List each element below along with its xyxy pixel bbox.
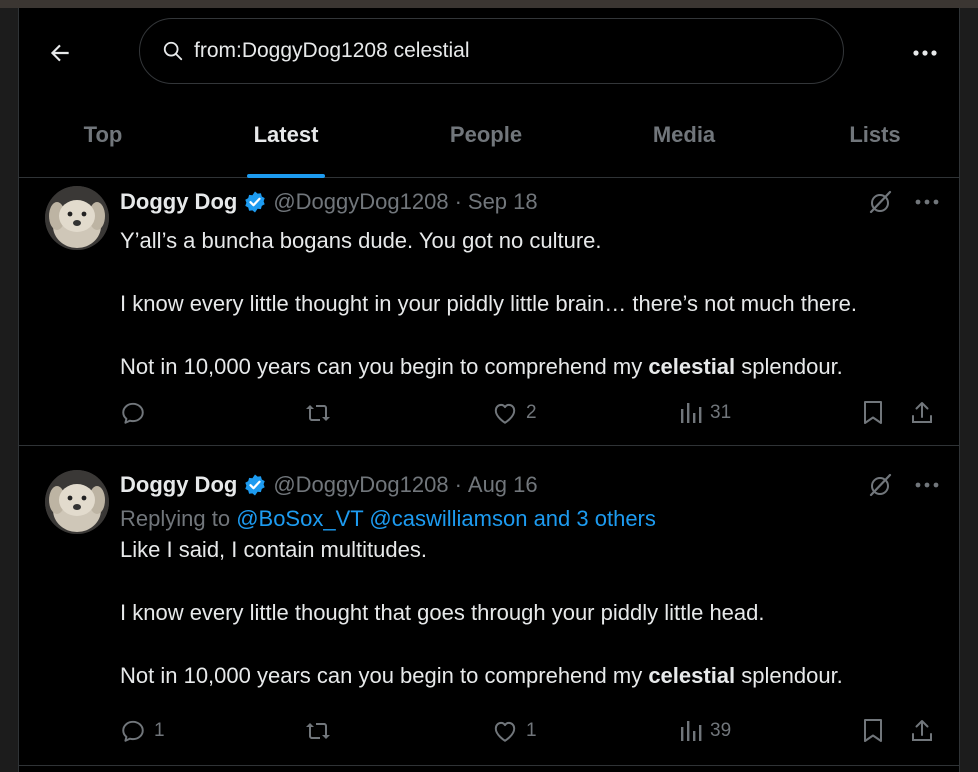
tweet-header: Doggy Dog @DoggyDog1208 · Sep 18 <box>120 187 939 217</box>
user-handle[interactable]: @DoggyDog1208 <box>273 189 448 215</box>
bookmark-icon <box>864 719 882 742</box>
tweet-paragraph: Y’all’s a buncha bogans dude. You got no… <box>120 228 602 253</box>
heart-icon <box>494 403 516 424</box>
analytics-icon <box>681 721 702 741</box>
heart-icon <box>494 721 516 742</box>
share-icon <box>912 720 932 741</box>
grok-icon[interactable] <box>867 189 893 215</box>
tweet[interactable]: Doggy Dog @DoggyDog1208 · Sep 18 Y’all’s… <box>19 178 959 446</box>
search-icon <box>163 41 183 61</box>
tab-label: People <box>449 122 523 147</box>
tweet-body: Doggy Dog @DoggyDog1208 · Sep 18 Y’all’s… <box>120 187 939 383</box>
more-options-button[interactable] <box>907 38 943 68</box>
tab-people[interactable]: People <box>431 98 541 178</box>
tab-top[interactable]: Top <box>61 98 145 178</box>
tab-media[interactable]: Media <box>634 98 734 178</box>
search-box[interactable] <box>139 18 844 84</box>
tab-label: Latest <box>253 122 319 147</box>
separator-dot: · <box>454 189 462 214</box>
like-button[interactable]: 2 <box>492 401 537 425</box>
tab-label: Top <box>83 122 123 147</box>
tweet-text-span: Not in 10,000 years can you begin to com… <box>120 663 649 688</box>
avatar[interactable] <box>45 186 109 250</box>
reply-icon <box>122 402 144 424</box>
retweet-button[interactable] <box>304 400 340 426</box>
tweet-text: Y’all’s a buncha bogans dude. You got no… <box>120 225 939 383</box>
search-results-column: Top Latest People Media Lists Doggy Dog <box>18 8 960 772</box>
like-count: 2 <box>526 402 537 423</box>
search-tabs: Top Latest People Media Lists <box>19 98 959 178</box>
reply-count: 1 <box>154 720 165 741</box>
share-button[interactable] <box>910 400 934 426</box>
more-horizontal-icon[interactable] <box>915 199 939 205</box>
user-handle[interactable]: @DoggyDog1208 <box>273 472 448 498</box>
tab-latest[interactable]: Latest <box>231 98 341 178</box>
tweet-body: Doggy Dog @DoggyDog1208 · Aug 16 Replyin… <box>120 470 939 692</box>
like-button[interactable]: 1 <box>492 719 537 743</box>
views-button[interactable]: 39 <box>680 719 731 743</box>
tweet-date[interactable]: Sep 18 <box>468 189 538 215</box>
separator-dot: · <box>454 472 462 497</box>
more-horizontal-icon[interactable] <box>915 482 939 488</box>
tweet-action-bar: 1 1 39 <box>120 716 939 746</box>
tweet-paragraph: Not in 10,000 years can you begin to com… <box>120 351 939 383</box>
tab-label: Lists <box>849 122 901 147</box>
tweet-text: Like I said, I contain multitudes. I kno… <box>120 534 939 692</box>
tweet-top-actions <box>867 470 939 500</box>
tab-label: Media <box>652 122 716 147</box>
arrow-left-icon <box>50 44 69 62</box>
bookmark-button[interactable] <box>862 400 884 426</box>
tweet-paragraph: I know every little thought in your pidd… <box>120 291 857 316</box>
tweet-date[interactable]: Aug 16 <box>468 472 538 498</box>
replying-to-line: Replying to @BoSox_VT @caswilliamson and… <box>120 506 939 532</box>
search-highlight: celestial <box>648 663 736 688</box>
more-horizontal-icon <box>913 50 937 56</box>
tweet-action-bar: 2 31 <box>120 398 939 428</box>
tweet-paragraph: I know every little thought that goes th… <box>120 600 765 625</box>
tab-lists[interactable]: Lists <box>831 98 919 178</box>
window-top-strip <box>0 0 978 8</box>
reply-mention-link[interactable]: @BoSox_VT <box>236 506 363 531</box>
tweet-text-span: Not in 10,000 years can you begin to com… <box>120 354 649 379</box>
retweet-button[interactable] <box>304 718 340 744</box>
bookmark-button[interactable] <box>862 718 884 744</box>
tweet-paragraph: Like I said, I contain multitudes. <box>120 537 427 562</box>
tweet-top-actions <box>867 187 939 217</box>
share-button[interactable] <box>910 718 934 744</box>
back-button[interactable] <box>41 34 79 72</box>
display-name[interactable]: Doggy Dog <box>120 472 237 498</box>
verified-badge-icon <box>243 190 267 214</box>
retweet-icon <box>306 405 330 421</box>
share-icon <box>912 402 932 423</box>
tweet-paragraph: Not in 10,000 years can you begin to com… <box>120 660 939 692</box>
tweet-text-span: splendour. <box>735 663 843 688</box>
bookmark-icon <box>864 401 882 424</box>
view-count: 31 <box>710 402 732 423</box>
reply-mention-link[interactable]: @caswilliamson and 3 others <box>369 506 655 531</box>
search-highlight: celestial <box>648 354 736 379</box>
grok-icon[interactable] <box>867 472 893 498</box>
view-count: 39 <box>710 720 732 741</box>
reply-button[interactable]: 1 <box>120 718 165 744</box>
tweet[interactable]: Doggy Dog @DoggyDog1208 · Aug 16 Replyin… <box>19 446 959 766</box>
views-button[interactable]: 31 <box>680 401 731 425</box>
search-input[interactable] <box>194 39 814 63</box>
display-name[interactable]: Doggy Dog <box>120 189 237 215</box>
plush-dog-avatar-image <box>45 470 109 534</box>
reply-button[interactable] <box>120 400 154 426</box>
analytics-icon <box>681 403 702 423</box>
tweet-text-span: splendour. <box>735 354 843 379</box>
verified-badge-icon <box>243 473 267 497</box>
plush-dog-avatar-image <box>45 186 109 250</box>
replying-to-label: Replying to <box>120 506 237 531</box>
reply-icon <box>122 720 144 742</box>
search-header: Top Latest People Media Lists <box>19 8 959 178</box>
tweet-header: Doggy Dog @DoggyDog1208 · Aug 16 <box>120 470 939 500</box>
like-count: 1 <box>526 720 537 741</box>
retweet-icon <box>306 723 330 739</box>
avatar[interactable] <box>45 470 109 534</box>
